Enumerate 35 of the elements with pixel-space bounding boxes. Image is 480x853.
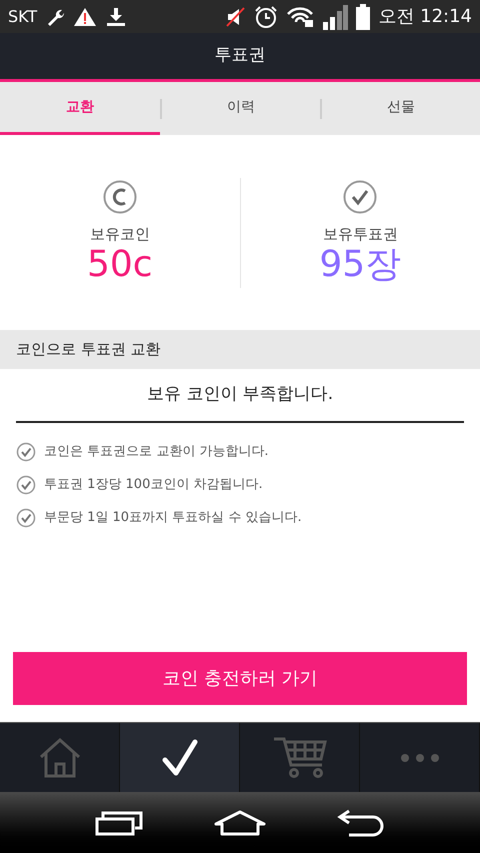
cart-icon bbox=[272, 736, 326, 778]
info-note: 투표권 1장당 100코인이 차감됩니다. bbox=[44, 476, 263, 494]
screen-title: 투표권 bbox=[214, 44, 266, 68]
warning-icon bbox=[73, 6, 98, 26]
summary-label: 보유투표권 bbox=[322, 224, 398, 245]
download-icon bbox=[105, 6, 128, 26]
recent-apps-icon[interactable] bbox=[95, 810, 144, 836]
tab[interactable]: 선물 bbox=[322, 82, 480, 135]
info-note: 코인은 투표권으로 교환이 가능합니다. bbox=[44, 443, 269, 462]
carrier-text: SKT bbox=[8, 6, 38, 28]
check-circle-icon bbox=[343, 180, 378, 214]
check-circle-icon bbox=[16, 475, 36, 495]
signal-icon bbox=[322, 4, 348, 30]
clock-text: 오전 12:14 bbox=[378, 5, 472, 29]
summary-label: 보유코인 bbox=[90, 224, 150, 245]
home-icon[interactable] bbox=[214, 810, 266, 836]
summary-value: 95장 bbox=[319, 245, 402, 286]
home-icon bbox=[38, 736, 80, 778]
battery-icon bbox=[356, 4, 370, 30]
section-title: 코인으로 투표권 교환 bbox=[16, 339, 161, 360]
charge-coins-button[interactable]: 코인 충전하러 가기 bbox=[13, 652, 467, 705]
check-circle-icon bbox=[16, 442, 36, 462]
mute-icon bbox=[224, 6, 246, 28]
tab[interactable]: 이력 bbox=[162, 82, 320, 135]
coin-icon bbox=[102, 180, 137, 214]
checkmark-icon bbox=[162, 738, 198, 776]
nav-tab[interactable] bbox=[120, 723, 240, 792]
more-icon bbox=[400, 752, 440, 762]
wifi-icon bbox=[286, 6, 314, 26]
alarm-clock-icon bbox=[254, 4, 278, 28]
check-circle-icon bbox=[16, 508, 36, 528]
back-icon[interactable] bbox=[336, 808, 385, 836]
summary-value: 50c bbox=[86, 245, 153, 286]
status-message: 보유 코인이 부족합니다. bbox=[146, 383, 334, 406]
info-note: 부문당 1일 10표까지 투표하실 수 있습니다. bbox=[44, 509, 302, 528]
